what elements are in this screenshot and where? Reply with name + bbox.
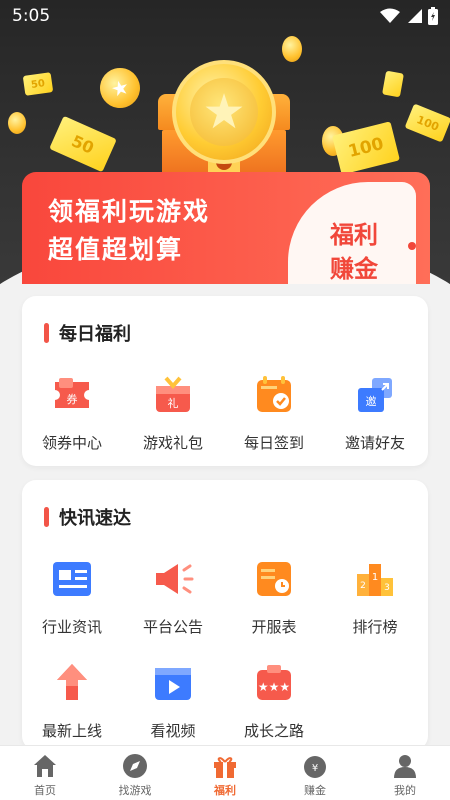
grid-label: 行业资讯 <box>41 618 102 636</box>
profile-icon <box>392 753 418 779</box>
grid-item-coupon-center[interactable]: 券 领券中心 <box>22 372 122 453</box>
grid-item-growth-path[interactable]: ★★★ 成长之路 <box>224 660 324 741</box>
growth-stars-icon: ★★★ <box>251 660 297 706</box>
banner-tag: 福利 赚金 <box>288 182 416 284</box>
bottom-nav: 首页 找游戏 福利 ¥ 赚金 我的 <box>0 745 450 800</box>
title-accent-bar <box>44 323 49 343</box>
nav-item-home[interactable]: 首页 <box>0 746 90 800</box>
compass-icon <box>122 753 148 779</box>
ticket-label: 100 <box>414 112 442 134</box>
grid-item-platform-notice[interactable]: 平台公告 <box>123 556 223 637</box>
nav-item-mine[interactable]: 我的 <box>360 746 450 800</box>
nav-item-find-games[interactable]: 找游戏 <box>90 746 180 800</box>
arrow-up-icon <box>49 660 95 706</box>
status-time: 5:05 <box>12 6 51 26</box>
nav-label: 首页 <box>34 784 56 797</box>
grid-item-server-schedule[interactable]: 开服表 <box>224 556 324 637</box>
banner-subheadline: 超值超划算 <box>48 235 184 264</box>
status-icons <box>380 7 438 25</box>
calendar-check-icon <box>251 372 297 418</box>
banner-dot <box>408 242 416 250</box>
invite-icon: 邀 <box>352 372 398 418</box>
grid-item-new-release[interactable]: 最新上线 <box>22 660 122 741</box>
grid-label: 平台公告 <box>142 618 203 636</box>
card-title: 每日福利 <box>59 324 131 345</box>
banner-tag-line2: 赚金 <box>330 255 378 283</box>
banner-tag-line1: 福利 <box>330 221 378 249</box>
card-title: 快讯速达 <box>59 508 131 529</box>
coupon-glyph: 券 <box>67 392 78 406</box>
grid-item-invite-friends[interactable]: 邀 邀请好友 <box>325 372 425 453</box>
podium-icon: 12 3 <box>352 556 398 602</box>
grid-label: 每日签到 <box>243 434 304 452</box>
wifi-icon <box>380 8 400 23</box>
grid-item-industry-news[interactable]: 行业资讯 <box>22 556 122 637</box>
news-icon <box>49 556 95 602</box>
ticket-icon <box>382 70 404 98</box>
ticket-label: 100 <box>346 134 386 162</box>
svg-text:2: 2 <box>360 581 366 591</box>
gift-glyph: 礼 <box>168 396 179 410</box>
grid-label: 邀请好友 <box>344 434 405 452</box>
nav-item-welfare[interactable]: 福利 <box>180 746 270 800</box>
ticket-icon: 100 <box>332 121 400 175</box>
grid-label: 看视频 <box>150 722 196 740</box>
grid-label: 领券中心 <box>41 434 102 452</box>
card-header: 快讯速达 <box>44 504 131 530</box>
grid-label: 成长之路 <box>243 722 304 740</box>
welfare-banner[interactable]: 领福利玩游戏 超值超划算 福利 赚金 <box>22 172 430 284</box>
grid-item-game-gift[interactable]: 礼 游戏礼包 <box>123 372 223 453</box>
coin-icon <box>8 112 26 134</box>
nav-item-earn-gold[interactable]: ¥ 赚金 <box>270 746 360 800</box>
nav-label: 我的 <box>394 784 416 797</box>
svg-text:3: 3 <box>384 583 390 593</box>
banner-headline: 领福利玩游戏 <box>48 197 211 226</box>
svg-text:★★★: ★★★ <box>258 680 290 694</box>
card-header: 每日福利 <box>44 320 131 346</box>
ticket-icon: 50 <box>22 72 54 96</box>
banner-tag-text: 福利 赚金 <box>322 218 386 284</box>
signal-icon <box>408 9 422 23</box>
grid-label: 排行榜 <box>352 618 398 636</box>
coin-icon <box>282 36 302 62</box>
megaphone-icon <box>150 556 196 602</box>
server-schedule-icon <box>251 556 297 602</box>
grid-item-leaderboard[interactable]: 12 3 排行榜 <box>325 556 425 637</box>
grid-label: 游戏礼包 <box>142 434 203 452</box>
ticket-label: 50 <box>30 77 46 91</box>
svg-text:1: 1 <box>372 572 378 583</box>
home-icon <box>32 753 58 779</box>
grid-label: 最新上线 <box>41 722 102 740</box>
grid-item-watch-video[interactable]: 看视频 <box>123 660 223 741</box>
coin-icon: ★ <box>95 63 145 113</box>
coupon-icon: 券 <box>49 372 95 418</box>
grid-label: 开服表 <box>251 618 297 636</box>
ticket-icon: 50 <box>49 115 117 173</box>
gift-pack-icon: 礼 <box>150 372 196 418</box>
money-bag-icon: ¥ <box>302 753 328 779</box>
svg-text:¥: ¥ <box>312 763 318 774</box>
gift-icon <box>212 753 238 779</box>
invite-glyph: 邀 <box>366 394 377 408</box>
ticket-icon: 100 <box>404 103 450 143</box>
ticket-label: 50 <box>68 130 98 158</box>
video-icon <box>150 660 196 706</box>
nav-label: 找游戏 <box>118 784 152 797</box>
nav-label: 福利 <box>214 784 236 797</box>
daily-welfare-card: 每日福利 券 领券中心 礼 游戏礼包 每日签到 邀 邀请好友 <box>22 296 428 466</box>
nav-label: 赚金 <box>304 784 326 797</box>
status-bar: 5:05 <box>0 0 450 32</box>
title-accent-bar <box>44 507 49 527</box>
battery-icon <box>428 7 438 25</box>
grid-item-daily-checkin[interactable]: 每日签到 <box>224 372 324 453</box>
news-express-card: 快讯速达 行业资讯 平台公告 开服表 12 3 排行榜 最新上线 看视频 ★★★ … <box>22 480 428 750</box>
